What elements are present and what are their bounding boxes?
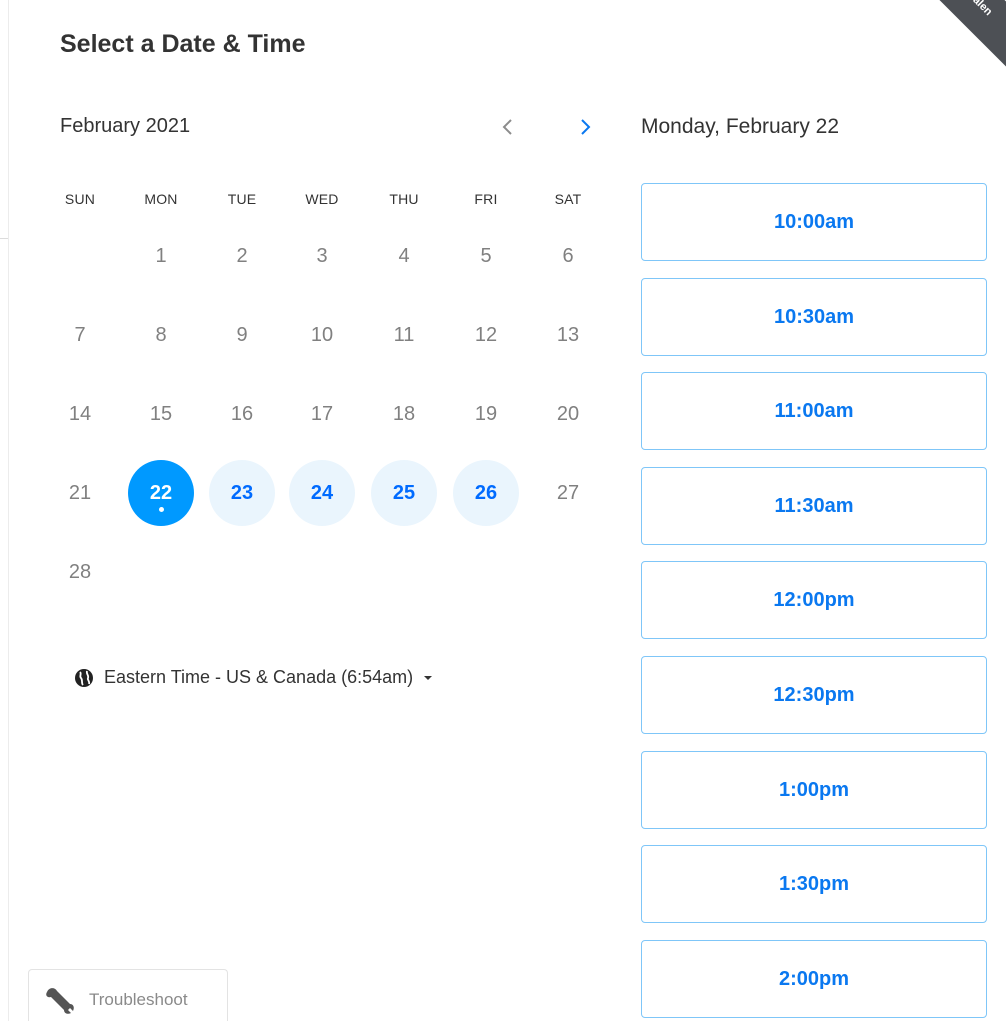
weekday-label: SAT: [554, 191, 582, 207]
calendar-day: 8: [128, 302, 194, 368]
time-slot-button[interactable]: 11:30am: [641, 467, 987, 545]
previous-month-button[interactable]: [491, 110, 525, 144]
calendar-day-number: 8: [155, 323, 167, 346]
calendar-day-number: 21: [68, 481, 92, 504]
calendar-day-selected[interactable]: 22: [128, 460, 194, 526]
calendar-day: 10: [289, 302, 355, 368]
weekday-label: MON: [144, 191, 178, 207]
calendar-day: 27: [535, 460, 601, 526]
calendar-day-available[interactable]: 24: [289, 460, 355, 526]
calendar-day: 20: [535, 381, 601, 447]
calendar-day: 13: [535, 302, 601, 368]
calendar-day-available[interactable]: 25: [371, 460, 437, 526]
calendar-day-number: 13: [556, 323, 580, 346]
wrench-icon: [46, 987, 74, 1014]
corner-badge[interactable]: Calen: [911, 0, 1006, 79]
weekday-label: FRI: [474, 191, 498, 207]
calendar-day: 15: [128, 381, 194, 447]
calendar-day-number: 26: [474, 481, 498, 504]
calendar-day: 6: [535, 223, 601, 289]
troubleshoot-button[interactable]: Troubleshoot: [28, 969, 228, 1021]
troubleshoot-label: Troubleshoot: [89, 989, 188, 1009]
calendar-day-available[interactable]: 23: [209, 460, 275, 526]
today-dot-indicator: [158, 507, 164, 512]
caret-down-icon: [424, 675, 433, 680]
calendar-day-number: 10: [310, 323, 334, 346]
calendar-day: 3: [289, 223, 355, 289]
calendar-day-number: 5: [480, 244, 492, 267]
calendar-day-number: 7: [74, 323, 86, 346]
calendar-day-number: 12: [474, 323, 498, 346]
calendar-day: 5: [453, 223, 519, 289]
calendar-day: 2: [209, 223, 275, 289]
booking-page: Calen Select a Date & Time February 2021…: [0, 0, 1006, 1021]
time-slot-button[interactable]: 12:30pm: [641, 656, 987, 734]
calendar-day: 16: [209, 381, 275, 447]
weekday-label: TUE: [227, 191, 257, 207]
calendar-day-available[interactable]: 26: [453, 460, 519, 526]
calendar-day: 14: [47, 381, 113, 447]
globe-icon: [75, 668, 93, 687]
calendar-day-number: 3: [316, 244, 328, 267]
calendar-day-number: 17: [310, 402, 334, 425]
month-label: February 2021: [60, 115, 191, 137]
calendar-day: 9: [209, 302, 275, 368]
calendar-day: 21: [47, 460, 113, 526]
calendar-day-number: 25: [392, 481, 416, 504]
time-slot-button[interactable]: 1:00pm: [641, 751, 987, 829]
time-slot-button[interactable]: 2:00pm: [641, 940, 987, 1018]
calendar-day-number: 28: [68, 560, 92, 583]
time-slot-button[interactable]: 12:00pm: [641, 561, 987, 639]
chevron-right-icon: [581, 119, 591, 135]
calendar-day-number: 27: [556, 481, 580, 504]
calendar-day: 19: [453, 381, 519, 447]
calendar-day: 7: [47, 302, 113, 368]
calendar-day: 28: [47, 539, 113, 605]
calendar-day-number: 1: [155, 244, 167, 267]
time-slot-button[interactable]: 1:30pm: [641, 845, 987, 923]
calendar-day-number: 9: [236, 323, 248, 346]
left-divider-tick: [0, 238, 8, 239]
calendar-day-number: 6: [562, 244, 574, 267]
calendar-day-number: 11: [393, 323, 415, 346]
calendar-day-number: 19: [474, 402, 498, 425]
calendar-day-number: 15: [149, 402, 173, 425]
calendar-day: 1: [128, 223, 194, 289]
selected-date-heading: Monday, February 22: [641, 115, 840, 138]
corner-badge-label: Calen: [964, 0, 995, 19]
calendar-day: 17: [289, 381, 355, 447]
calendar-day-number: 14: [68, 402, 92, 425]
timezone-label: Eastern Time - US & Canada (6:54am): [104, 667, 414, 687]
calendar-day-number: 22: [149, 481, 173, 504]
time-slot-button[interactable]: 11:00am: [641, 372, 987, 450]
calendar-day-number: 23: [230, 481, 254, 504]
calendar-day-number: 24: [310, 481, 334, 504]
calendar-day: 12: [453, 302, 519, 368]
calendar-day-number: 4: [398, 244, 410, 267]
weekday-label: WED: [305, 191, 339, 207]
timezone-selector[interactable]: Eastern Time - US & Canada (6:54am): [74, 667, 433, 688]
left-divider: [8, 0, 9, 1021]
time-slot-button[interactable]: 10:00am: [641, 183, 987, 261]
calendar-day-number: 16: [230, 402, 254, 425]
weekday-label: SUN: [64, 191, 96, 207]
calendar-day: 11: [371, 302, 437, 368]
calendar-day: 4: [371, 223, 437, 289]
calendar-day: 18: [371, 381, 437, 447]
weekday-label: THU: [389, 191, 419, 207]
time-slot-button[interactable]: 10:30am: [641, 278, 987, 356]
page-title: Select a Date & Time: [60, 30, 306, 58]
calendar-day-number: 20: [556, 402, 580, 425]
calendar-day-number: 2: [236, 244, 248, 267]
chevron-left-icon: [502, 119, 512, 135]
next-month-button[interactable]: [568, 110, 602, 144]
calendar-day-number: 18: [392, 402, 416, 425]
